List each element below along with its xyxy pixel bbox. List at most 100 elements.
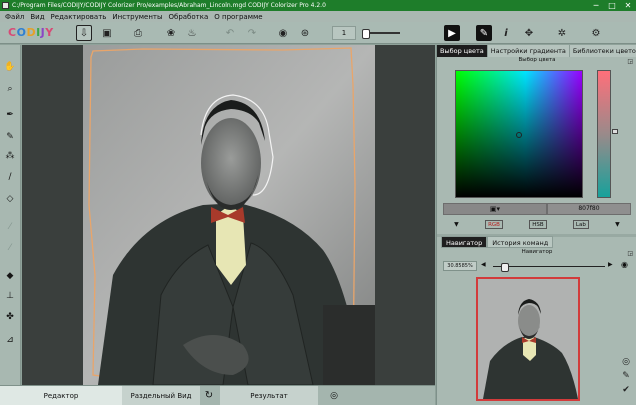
color-field[interactable] xyxy=(455,70,583,198)
eyedropper-icon: ⊿ xyxy=(6,335,14,345)
logo-letter: C xyxy=(8,26,17,39)
settings-button[interactable]: ⚙ xyxy=(588,25,604,41)
zoom-out-icon[interactable]: ◀ xyxy=(481,261,486,268)
brush-tool[interactable]: ✒ xyxy=(3,108,17,122)
navigator-controls: 30.8585% ◀ ▶ ◉ xyxy=(443,260,631,273)
main-toolbar: CODIJY ⇩ ▣ ⎙ ❀ ♨ ↶ ↷ ◉ ⊛ 1 ▶ ✎ i ✥ ✲ ⚙ xyxy=(0,22,636,44)
tab-editor[interactable]: Редактор xyxy=(0,386,122,405)
zoom-input[interactable]: 1 xyxy=(332,26,356,40)
redo-button[interactable]: ↷ xyxy=(244,25,260,41)
menu-edit[interactable]: Редактировать xyxy=(51,13,107,21)
compare-icon[interactable]: ◎ xyxy=(619,357,633,371)
info-button[interactable]: i xyxy=(498,25,514,41)
navigator-zoom[interactable]: 30.8585% xyxy=(443,261,477,271)
line-icon: ⁄ xyxy=(9,243,11,253)
mode-lab[interactable]: Lab xyxy=(572,219,589,229)
image-canvas[interactable] xyxy=(22,45,435,385)
zoom-in-icon[interactable]: ▶ xyxy=(608,261,613,268)
stroke-tool[interactable]: ∕ xyxy=(3,170,17,184)
tab-gradient-settings[interactable]: Настройки градиента xyxy=(487,45,570,57)
hand-tool[interactable]: ✋ xyxy=(3,60,17,74)
redo-icon: ↷ xyxy=(247,27,257,39)
eyedropper-tool[interactable]: ⊿ xyxy=(3,333,17,347)
color-mix-button[interactable]: ♨ xyxy=(184,25,200,41)
tab-split-view[interactable]: Раздельный Вид xyxy=(122,386,200,405)
print-icon: ⎙ xyxy=(134,27,142,39)
compare-button[interactable]: ◎ xyxy=(324,386,344,405)
view-tabs: Редактор Раздельный Вид ↻ Результат ◎ xyxy=(0,385,435,405)
menu-bar: Файл Вид Редактировать Инструменты Обраб… xyxy=(0,11,636,22)
portrait-photo xyxy=(83,45,375,385)
stroke-icon: ∕ xyxy=(8,172,12,182)
eraser-tool[interactable]: ◇ xyxy=(3,192,17,206)
tab-navigator[interactable]: Навигатор xyxy=(441,236,488,248)
menu-view[interactable]: Вид xyxy=(30,13,44,21)
current-color-swatch[interactable]: ▣▾ xyxy=(443,203,547,215)
pen-button[interactable]: ✎ xyxy=(476,25,492,41)
mixer-tool[interactable]: ✤ xyxy=(3,310,17,324)
menu-processing[interactable]: Обработка xyxy=(169,13,209,21)
eye-icon[interactable]: ◉ xyxy=(621,260,628,269)
eye-button[interactable]: ◉ xyxy=(275,25,291,41)
puzzle-button[interactable]: ✲ xyxy=(554,25,570,41)
spray-icon: ⁂ xyxy=(5,151,15,161)
lightness-handle[interactable] xyxy=(612,129,618,134)
dock-button-2[interactable]: ◲ xyxy=(627,250,633,257)
line-tool[interactable]: ⁄ xyxy=(3,220,17,234)
mode-rgb[interactable]: RGB xyxy=(485,219,503,229)
dock-button[interactable]: ◲ xyxy=(627,58,633,65)
tab-color-picker[interactable]: Выбор цвета xyxy=(437,45,488,57)
save-icon: ▣ xyxy=(102,27,112,39)
fill-icon: ◆ xyxy=(6,271,14,281)
swap-button[interactable]: ↻ xyxy=(200,386,218,405)
arrow-down-icon[interactable]: ▼ xyxy=(615,221,620,228)
tab-color-libraries[interactable]: Библиотеки цветов xyxy=(569,45,636,57)
pencil-icon[interactable]: ✎ xyxy=(619,371,633,385)
face-shape xyxy=(201,118,261,208)
tab-history[interactable]: История команд xyxy=(487,236,554,248)
minimize-button[interactable]: ─ xyxy=(588,0,604,11)
dropdown-icon: ▣▾ xyxy=(489,205,501,213)
check-icon[interactable]: ✔ xyxy=(619,385,633,399)
save-button[interactable]: ▣ xyxy=(99,25,115,41)
zoom-slider[interactable] xyxy=(362,29,400,39)
recolor-button[interactable]: ❀ xyxy=(163,25,179,41)
zoom-tool[interactable]: ⌕ xyxy=(3,82,17,96)
color-swatches: ▣▾ 807f80 xyxy=(443,203,631,215)
info-icon: i xyxy=(504,27,508,39)
mode-hsb[interactable]: HSB xyxy=(529,219,547,229)
print-button[interactable]: ⎙ xyxy=(130,25,146,41)
close-button[interactable]: ✕ xyxy=(620,0,636,11)
undo-button[interactable]: ↶ xyxy=(222,25,238,41)
open-button[interactable]: ⇩ xyxy=(76,25,92,41)
stamp-tool[interactable]: ⊥ xyxy=(3,289,17,303)
color-cursor[interactable] xyxy=(516,132,522,138)
maximize-button[interactable]: □ xyxy=(604,0,620,11)
preview-button[interactable]: ⊛ xyxy=(297,25,313,41)
line-tool-2[interactable]: ⁄ xyxy=(3,241,17,255)
pencil-tool[interactable]: ✎ xyxy=(3,130,17,144)
open-icon: ⇩ xyxy=(79,27,89,39)
spray-tool[interactable]: ⁂ xyxy=(3,149,17,163)
logo-letter: Y xyxy=(45,26,54,39)
menu-tools[interactable]: Инструменты xyxy=(112,13,162,21)
navigator-slider[interactable] xyxy=(493,263,605,272)
menu-about[interactable]: О программе xyxy=(214,13,262,21)
fullscreen-button[interactable]: ✥ xyxy=(521,25,537,41)
play-button[interactable]: ▶ xyxy=(444,25,460,41)
fill-tool[interactable]: ◆ xyxy=(3,269,17,283)
navigator-thumbnail[interactable] xyxy=(476,277,580,401)
lightness-bar[interactable] xyxy=(597,70,611,198)
fullscreen-icon: ✥ xyxy=(524,27,534,39)
menu-file[interactable]: Файл xyxy=(5,13,24,21)
app-icon xyxy=(2,2,9,9)
chair-shape xyxy=(323,305,375,385)
hex-field[interactable]: 807f80 xyxy=(546,203,631,215)
arrow-down-icon[interactable]: ▼ xyxy=(454,221,459,228)
compare-icon: ◎ xyxy=(330,391,338,401)
codijy-logo: CODIJY xyxy=(8,26,54,39)
pen-icon: ✎ xyxy=(479,27,489,39)
tab-result[interactable]: Результат xyxy=(220,386,318,405)
recolor-icon: ❀ xyxy=(166,27,176,39)
navigator-tabs: Навигатор История команд xyxy=(441,236,554,248)
